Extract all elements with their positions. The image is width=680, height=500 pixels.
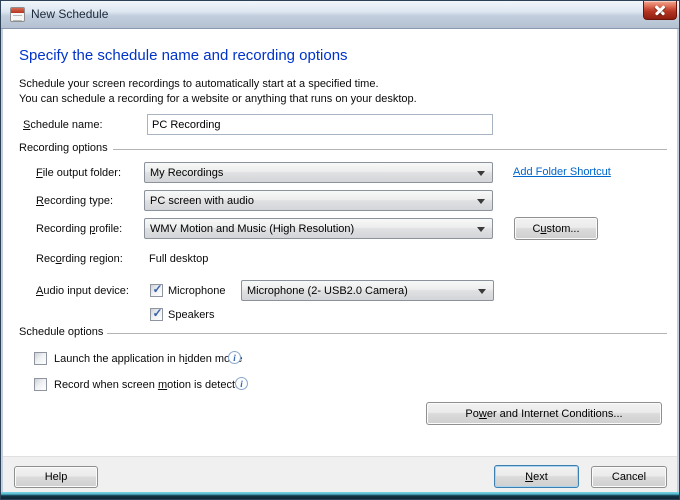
checkmark-icon	[35, 377, 48, 390]
dropdown-arrow-icon	[477, 171, 485, 176]
next-button[interactable]: Next	[494, 465, 579, 488]
recording-profile-select[interactable]: WMV Motion and Music (High Resolution)	[144, 218, 493, 239]
file-output-folder-label: File output folder:	[36, 167, 121, 180]
info-icon[interactable]: i	[235, 377, 248, 390]
new-schedule-dialog: New Schedule Specify the schedule name a…	[0, 0, 680, 500]
speakers-checkbox-label: Speakers	[168, 309, 214, 322]
intro-line-2: You can schedule a recording for a websi…	[19, 93, 417, 106]
window-border-right	[677, 29, 679, 492]
recording-region-value: Full desktop	[149, 253, 208, 265]
page-title: Specify the schedule name and recording …	[19, 47, 348, 64]
schedule-name-label: Schedule name:	[23, 119, 103, 132]
schedule-options-group-label: Schedule options	[19, 326, 103, 339]
info-icon[interactable]: i	[228, 351, 241, 364]
file-output-folder-select[interactable]: My Recordings	[144, 162, 493, 183]
checkmark-icon	[35, 351, 48, 364]
intro-line-1: Schedule your screen recordings to autom…	[19, 78, 379, 91]
help-button[interactable]: Help	[14, 466, 98, 488]
audio-input-device-label: Audio input device:	[36, 285, 129, 298]
microphone-device-value: Microphone (2- USB2.0 Camera)	[247, 285, 408, 297]
checkmark-icon: ✓	[151, 307, 164, 320]
checkmark-icon: ✓	[151, 283, 164, 296]
close-icon	[655, 5, 665, 15]
microphone-checkbox[interactable]: ✓	[150, 284, 163, 297]
recording-type-select[interactable]: PC screen with audio	[144, 190, 493, 211]
power-internet-conditions-button[interactable]: Power and Internet Conditions...	[426, 402, 662, 425]
window-border-left	[1, 29, 3, 492]
window-border-bottom	[1, 492, 679, 499]
recording-profile-value: WMV Motion and Music (High Resolution)	[150, 223, 354, 235]
recording-type-value: PC screen with audio	[150, 195, 254, 207]
schedule-icon	[10, 7, 25, 22]
schedule-options-separator	[107, 333, 667, 334]
add-folder-shortcut-link[interactable]: Add Folder Shortcut	[513, 166, 611, 178]
speakers-checkbox[interactable]: ✓	[150, 308, 163, 321]
dropdown-arrow-icon	[477, 227, 485, 232]
cancel-button[interactable]: Cancel	[591, 466, 667, 488]
dropdown-arrow-icon	[478, 289, 486, 294]
window-title: New Schedule	[31, 1, 108, 28]
motion-detect-checkbox[interactable]	[34, 378, 47, 391]
recording-options-group-label: Recording options	[19, 142, 108, 155]
hidden-mode-checkbox-label: Launch the application in hidden mode	[54, 353, 242, 366]
hidden-mode-checkbox[interactable]	[34, 352, 47, 365]
recording-region-label: Recording region:	[36, 253, 123, 266]
recording-type-label: Recording type:	[36, 195, 113, 208]
motion-detect-checkbox-label: Record when screen motion is detected	[54, 379, 247, 392]
titlebar: New Schedule	[1, 1, 679, 29]
schedule-name-input[interactable]	[147, 114, 493, 135]
recording-options-separator	[113, 149, 667, 150]
dropdown-arrow-icon	[477, 199, 485, 204]
microphone-device-select[interactable]: Microphone (2- USB2.0 Camera)	[241, 280, 494, 301]
close-button[interactable]	[643, 1, 677, 20]
custom-button[interactable]: Custom...	[514, 217, 598, 240]
file-output-folder-value: My Recordings	[150, 167, 223, 179]
microphone-checkbox-label: Microphone	[168, 285, 225, 298]
recording-profile-label: Recording profile:	[36, 223, 122, 236]
